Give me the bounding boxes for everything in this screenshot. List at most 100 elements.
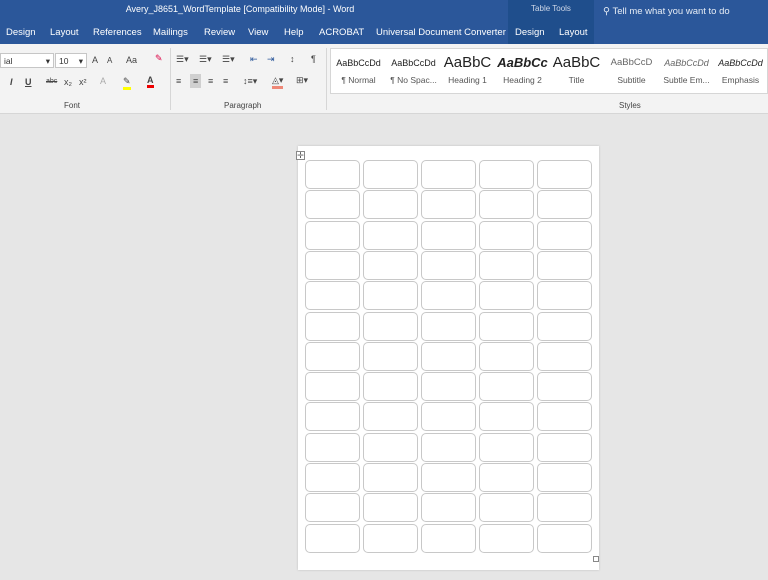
show-formatting-button[interactable]: ¶ [311, 54, 316, 64]
sort-icon[interactable]: ↕ [290, 54, 295, 64]
label-cell[interactable] [537, 190, 592, 220]
style-subtle-emphasis[interactable]: AaBbCcDd Subtle Em... [659, 49, 714, 85]
label-cell[interactable] [421, 432, 476, 462]
label-cell[interactable] [305, 523, 360, 553]
align-left-icon[interactable]: ≡ [176, 76, 181, 86]
label-cell[interactable] [421, 250, 476, 280]
tab-table-design[interactable]: Design [515, 27, 545, 38]
label-cell[interactable] [537, 281, 592, 311]
label-cell[interactable] [363, 190, 418, 220]
label-cell[interactable] [537, 432, 592, 462]
tab-help[interactable]: Help [284, 27, 304, 38]
style-normal[interactable]: AaBbCcDd ¶ Normal [331, 49, 386, 85]
style-heading-1[interactable]: AaBbC Heading 1 [440, 49, 495, 85]
font-size-box[interactable]: 10 ▾ [55, 53, 87, 68]
change-case-button[interactable]: Aa [126, 55, 137, 65]
label-cell[interactable] [479, 281, 534, 311]
label-cell[interactable] [363, 432, 418, 462]
subscript-button[interactable]: x₂ [64, 77, 72, 87]
tab-mailings[interactable]: Mailings [153, 27, 188, 38]
tab-design[interactable]: Design [6, 27, 36, 38]
document-page[interactable] [298, 146, 599, 570]
align-right-icon[interactable]: ≡ [208, 76, 213, 86]
style-heading-2[interactable]: AaBbCc Heading 2 [495, 49, 550, 85]
tell-me-search[interactable]: ⚲ Tell me what you want to do [603, 6, 730, 17]
label-cell[interactable] [537, 493, 592, 523]
tab-review[interactable]: Review [204, 27, 235, 38]
style-emphasis[interactable]: AaBbCcDd Emphasis [713, 49, 768, 85]
table-resize-handle[interactable] [593, 556, 599, 562]
label-cell[interactable] [421, 220, 476, 250]
bullets-icon[interactable]: ☰▾ [176, 54, 189, 65]
label-cell[interactable] [479, 341, 534, 371]
tab-layout[interactable]: Layout [50, 27, 79, 38]
tab-references[interactable]: References [93, 27, 142, 38]
label-cell[interactable] [305, 372, 360, 402]
label-cell[interactable] [537, 341, 592, 371]
label-cell[interactable] [305, 341, 360, 371]
label-cell[interactable] [363, 250, 418, 280]
label-cell[interactable] [363, 463, 418, 492]
label-cell[interactable] [479, 463, 534, 492]
label-cell[interactable] [363, 372, 418, 402]
label-cell[interactable] [479, 523, 534, 553]
label-cell[interactable] [537, 311, 592, 341]
underline-button[interactable]: U [25, 77, 32, 87]
label-cell[interactable] [421, 523, 476, 553]
label-cell[interactable] [305, 250, 360, 280]
shrink-font-button[interactable]: A [107, 56, 112, 65]
style-subtitle[interactable]: AaBbCcD Subtitle [604, 49, 659, 85]
label-cell[interactable] [537, 523, 592, 553]
label-cell[interactable] [305, 402, 360, 432]
tab-view[interactable]: View [248, 27, 268, 38]
label-cell[interactable] [421, 341, 476, 371]
font-name-box[interactable]: ial ▾ [0, 53, 54, 68]
table-move-handle-icon[interactable]: ✛ [296, 151, 305, 160]
label-cell[interactable] [363, 341, 418, 371]
strikethrough-button[interactable]: abc [46, 78, 57, 85]
label-cell[interactable] [363, 220, 418, 250]
style-title[interactable]: AaBbC Title [549, 49, 604, 85]
label-cell[interactable] [421, 311, 476, 341]
style-no-spacing[interactable]: AaBbCcDd ¶ No Spac... [386, 49, 441, 85]
clear-format-icon[interactable]: ✎ [155, 53, 163, 64]
label-cell[interactable] [479, 493, 534, 523]
label-cell[interactable] [479, 432, 534, 462]
tab-acrobat[interactable]: ACROBAT [319, 27, 364, 38]
decrease-indent-icon[interactable]: ⇤ [250, 54, 258, 65]
borders-icon[interactable]: ⊞▾ [296, 75, 308, 86]
font-color-button[interactable]: A [147, 75, 154, 88]
label-cell[interactable] [479, 250, 534, 280]
label-cell[interactable] [305, 281, 360, 311]
label-cell[interactable] [537, 402, 592, 432]
label-cell[interactable] [537, 250, 592, 280]
label-cell[interactable] [305, 493, 360, 523]
label-cell[interactable] [305, 311, 360, 341]
label-cell[interactable] [363, 493, 418, 523]
label-cell[interactable] [363, 281, 418, 311]
grow-font-button[interactable]: A [92, 55, 98, 65]
tab-udc[interactable]: Universal Document Converter [376, 27, 506, 38]
shading-icon[interactable]: ◬▾ [272, 75, 284, 89]
increase-indent-icon[interactable]: ⇥ [267, 54, 275, 65]
label-cell[interactable] [305, 160, 360, 189]
label-cell[interactable] [537, 220, 592, 250]
label-cell[interactable] [305, 190, 360, 220]
label-cell[interactable] [305, 463, 360, 492]
line-spacing-icon[interactable]: ↕≡▾ [243, 76, 257, 87]
label-cell[interactable] [479, 311, 534, 341]
highlight-icon[interactable]: ✎ [123, 76, 131, 90]
label-cell[interactable] [421, 402, 476, 432]
text-effects-icon[interactable]: A [100, 76, 106, 86]
multilevel-list-icon[interactable]: ☰▾ [222, 54, 235, 65]
label-cell[interactable] [421, 160, 476, 189]
label-cell[interactable] [421, 281, 476, 311]
label-cell[interactable] [479, 372, 534, 402]
label-cell[interactable] [537, 160, 592, 189]
label-cell[interactable] [363, 311, 418, 341]
label-cell[interactable] [305, 220, 360, 250]
label-cell[interactable] [421, 493, 476, 523]
label-cell[interactable] [479, 190, 534, 220]
superscript-button[interactable]: x² [79, 77, 87, 87]
label-cell[interactable] [363, 160, 418, 189]
